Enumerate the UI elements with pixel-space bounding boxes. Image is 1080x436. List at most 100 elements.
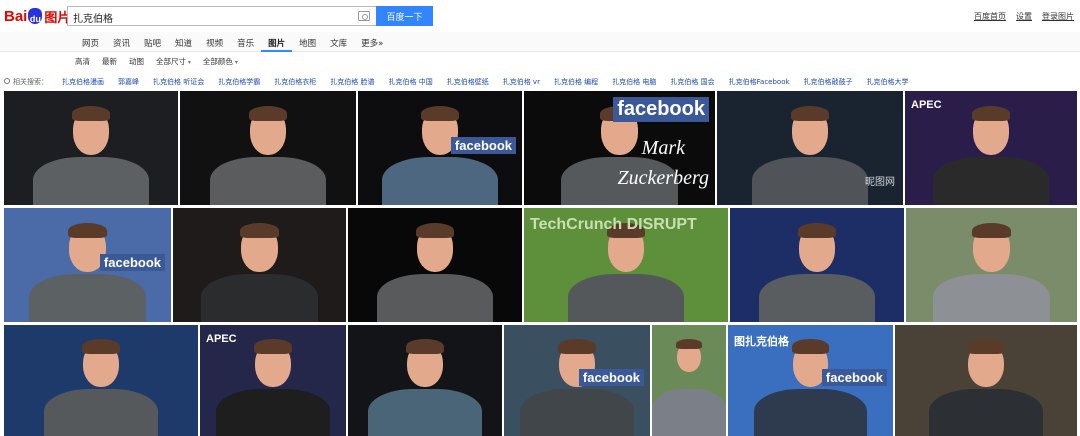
person-hair <box>71 105 111 122</box>
related-link[interactable]: 扎克伯格Facebook <box>729 77 790 87</box>
related-link[interactable]: 扎克伯格 国会 <box>670 77 714 87</box>
nav-tabs: 网页 资讯 贴吧 知道 视频 音乐 图片 地图 文库 更多» <box>75 32 390 52</box>
related-link[interactable]: 扎克伯格 脸谱 <box>330 77 374 87</box>
related-link[interactable]: 扎克伯格敲鼓子 <box>804 77 853 87</box>
person-torso <box>32 157 150 205</box>
watermark: 昵图网 <box>865 177 895 189</box>
person-hair <box>248 105 288 122</box>
image-result[interactable] <box>730 208 904 322</box>
search-button[interactable]: 百度一下 <box>376 6 433 26</box>
image-result[interactable] <box>895 325 1077 436</box>
image-result[interactable] <box>906 208 1077 322</box>
related-link[interactable]: 扎克伯格 vr <box>503 77 540 87</box>
tab-tieba[interactable]: 贴吧 <box>137 32 168 52</box>
image-result[interactable]: APEC <box>200 325 346 436</box>
facebook-logo-badge: facebook <box>821 369 887 387</box>
related-searches: 相关搜索： 扎克伯格漫画 郭嘉峰 扎克伯格 听证会 扎克伯格学霸 扎克伯格衣柜 … <box>4 75 909 89</box>
image-result[interactable] <box>180 91 356 205</box>
person-torso <box>567 274 685 322</box>
tab-wenku[interactable]: 文库 <box>323 32 354 52</box>
tab-music[interactable]: 音乐 <box>230 32 261 52</box>
tab-images[interactable]: 图片 <box>261 32 293 52</box>
image-result[interactable]: facebook <box>4 208 171 322</box>
facebook-logo-badge: facebook <box>613 97 709 122</box>
person-hair <box>967 339 1005 355</box>
person-torso <box>44 389 158 436</box>
person-torso <box>381 157 499 205</box>
person-torso <box>753 389 868 436</box>
person-hair <box>790 105 830 122</box>
tab-video[interactable]: 视频 <box>199 32 230 52</box>
tab-zhidao[interactable]: 知道 <box>168 32 199 52</box>
search-icon <box>4 78 10 84</box>
image-result[interactable]: facebook 图扎克伯格 <box>728 325 893 436</box>
facebook-logo-badge: facebook <box>578 369 644 387</box>
filter-hd[interactable]: 高清 <box>75 56 90 70</box>
related-link[interactable]: 郭嘉峰 <box>118 77 139 87</box>
tab-more[interactable]: 更多» <box>354 32 390 52</box>
tab-map[interactable]: 地图 <box>292 32 323 52</box>
person-hair <box>415 222 455 239</box>
related-link[interactable]: 扎克伯格 中国 <box>388 77 432 87</box>
related-link[interactable]: 扎克伯格壁纸 <box>447 77 489 87</box>
related-label: 相关搜索： <box>4 77 48 87</box>
baidu-logo[interactable]: Bai du 图片 <box>4 6 70 26</box>
nav-bar: 网页 资讯 贴吧 知道 视频 音乐 图片 地图 文库 更多» <box>0 32 1080 52</box>
image-result[interactable]: facebook Mark Zuckerberg <box>524 91 715 205</box>
image-result[interactable]: facebook <box>358 91 522 205</box>
caption-line: Zuckerberg <box>617 167 709 189</box>
link-settings[interactable]: 设置 <box>1016 11 1032 22</box>
person-torso <box>929 389 1043 436</box>
person-hair <box>82 339 120 355</box>
person-torso <box>933 274 1050 322</box>
person-hair <box>254 339 292 355</box>
person-torso <box>201 274 318 322</box>
person-torso <box>751 157 869 205</box>
filter-size-dropdown[interactable]: 全部尺寸 <box>156 56 191 70</box>
related-link[interactable]: 扎克伯格 编程 <box>554 77 598 87</box>
camera-icon[interactable] <box>358 11 370 21</box>
related-link[interactable]: 扎克伯格大学 <box>867 77 909 87</box>
link-baidu-home[interactable]: 百度首页 <box>974 11 1006 22</box>
related-link[interactable]: 扎克伯格学霸 <box>218 77 260 87</box>
person-hair <box>406 339 444 355</box>
image-result[interactable] <box>348 208 522 322</box>
filter-latest[interactable]: 最新 <box>102 56 117 70</box>
image-result[interactable]: 昵图网 <box>717 91 903 205</box>
image-result[interactable]: facebook <box>504 325 650 436</box>
paw-icon: du <box>28 8 43 24</box>
person-torso <box>29 274 146 322</box>
person-torso <box>758 274 876 322</box>
tab-web[interactable]: 网页 <box>75 32 106 52</box>
image-result[interactable] <box>4 325 198 436</box>
related-link[interactable]: 扎克伯格漫画 <box>62 77 104 87</box>
image-result[interactable]: TechCrunch DISRUPT <box>524 208 728 322</box>
search-box <box>67 6 376 27</box>
image-overlay-text: 图扎克伯格 <box>734 336 789 348</box>
person-torso <box>652 389 726 436</box>
image-result[interactable] <box>652 325 726 436</box>
filter-color-dropdown[interactable]: 全部颜色 <box>203 56 238 70</box>
related-link[interactable]: 扎克伯格 电脑 <box>612 77 656 87</box>
logo-text-bai: Bai <box>4 7 28 25</box>
image-overlay-text: TechCrunch DISRUPT <box>530 216 697 233</box>
person-hair <box>420 105 460 122</box>
related-link[interactable]: 扎克伯格衣柜 <box>274 77 316 87</box>
search-input[interactable] <box>68 8 348 27</box>
person-torso <box>520 389 634 436</box>
facebook-logo-badge: facebook <box>99 253 165 271</box>
filter-animated[interactable]: 动图 <box>129 56 144 70</box>
image-result[interactable]: APEC <box>905 91 1077 205</box>
link-login[interactable]: 登录图片 <box>1042 11 1074 22</box>
related-link[interactable]: 扎克伯格 听证会 <box>153 77 204 87</box>
tab-news[interactable]: 资讯 <box>106 32 137 52</box>
image-result[interactable] <box>173 208 346 322</box>
image-overlay-text: APEC <box>206 333 237 345</box>
image-result[interactable] <box>4 91 178 205</box>
image-result[interactable] <box>348 325 502 436</box>
person-hair <box>971 105 1011 122</box>
person-torso <box>376 274 494 322</box>
header: Bai du 图片 百度一下 百度首页 设置 登录图片 <box>0 0 1080 32</box>
image-overlay-text: APEC <box>911 99 942 111</box>
person-hair <box>791 339 830 355</box>
